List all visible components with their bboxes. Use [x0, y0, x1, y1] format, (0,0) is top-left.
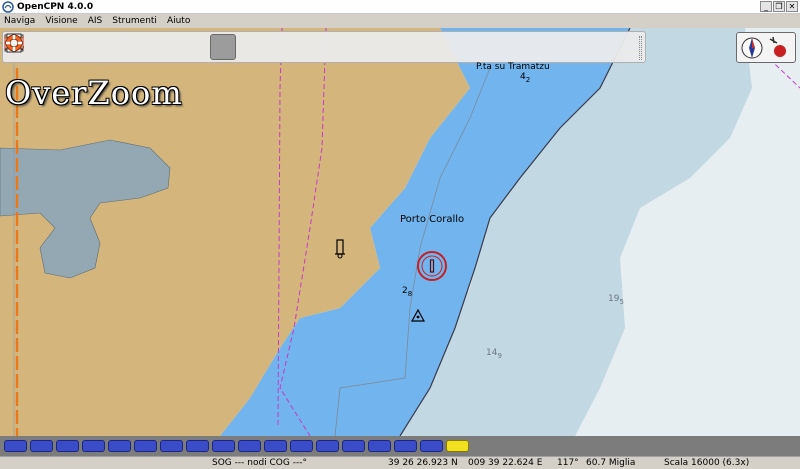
compass-widget[interactable]: [736, 32, 796, 63]
compass-rose-icon: [741, 36, 786, 59]
restore-button[interactable]: ❐: [773, 1, 785, 12]
ais-button[interactable]: [4, 34, 381, 60]
chart-piano-key[interactable]: [212, 440, 235, 452]
depth-sub: 2: [525, 75, 531, 84]
chart-quilt-button[interactable]: [5, 34, 294, 60]
overzoom-indicator: OverZoom: [5, 74, 183, 112]
window-controls: _ ❐ ✕: [760, 1, 798, 12]
chart-piano-key[interactable]: [4, 440, 27, 452]
depth-main: 14: [486, 348, 498, 358]
chart-piano-key[interactable]: [342, 440, 365, 452]
chart-piano-key[interactable]: [82, 440, 105, 452]
chart-piano-key[interactable]: [420, 440, 443, 452]
tide-current-button[interactable]: [6, 33, 323, 60]
scale-in-button[interactable]: [5, 34, 91, 60]
mob-button[interactable]: [5, 34, 497, 60]
chart-piano-key[interactable]: [368, 440, 391, 452]
lifebuoy-button[interactable]: [5, 34, 584, 60]
chart-piano-key[interactable]: [134, 440, 157, 452]
route-manager-button[interactable]: [4, 34, 526, 60]
menu-bar: Naviga Visione AIS Strumenti Aiuto: [0, 14, 800, 28]
minimize-button[interactable]: _: [760, 1, 772, 12]
route-button[interactable]: [5, 34, 149, 60]
place-label-tramatzu: P.ta su Tramatzu: [476, 62, 550, 72]
zoom-out-button[interactable]: [5, 34, 62, 60]
opencpn-logo-icon: [2, 0, 14, 13]
sog-cog-readout: SOG --- nodi COG ---°: [212, 458, 307, 468]
menu-naviga[interactable]: Naviga: [4, 16, 35, 26]
distance-readout: 60.7 Miglia: [586, 458, 636, 468]
longitude-readout: 009 39 22.624 E: [468, 458, 543, 468]
help-button[interactable]: ?: [6, 33, 468, 60]
depth-sub: 9: [497, 351, 502, 360]
depth-sounding: 195: [608, 294, 624, 306]
chart-piano-key[interactable]: [186, 440, 209, 452]
chart-canvas[interactable]: A ?: [0, 28, 800, 436]
lifebuoy-icon: [5, 34, 23, 52]
chart-piano-key[interactable]: [30, 440, 53, 452]
scale-readout: Scala 16000 (6.3x): [664, 458, 750, 468]
opencpn-window: OpenCPN 4.0.0 _ ❐ ✕ Naviga Visione AIS S…: [0, 0, 800, 469]
measure-button[interactable]: [5, 34, 265, 60]
settings-button[interactable]: [5, 33, 207, 60]
text-toggle-button[interactable]: A: [4, 34, 236, 60]
chart-piano-key[interactable]: [108, 440, 131, 452]
menu-aiuto[interactable]: Aiuto: [167, 16, 190, 26]
print-button[interactable]: [4, 34, 352, 60]
depth-sub: 8: [407, 289, 413, 298]
follow-ship-button[interactable]: [6, 34, 178, 60]
chart-piano-bar: [0, 436, 800, 456]
close-button[interactable]: ✕: [786, 1, 798, 12]
chart-piano-key[interactable]: [316, 440, 339, 452]
depth-sub: 5: [619, 297, 624, 306]
color-scheme-button[interactable]: [5, 34, 439, 60]
chart-piano-key[interactable]: [160, 440, 183, 452]
chart-piano-key[interactable]: [394, 440, 417, 452]
depth-main: 19: [608, 294, 620, 304]
main-toolbar: A ?: [2, 31, 646, 63]
menu-strumenti[interactable]: Strumenti: [112, 16, 157, 26]
menu-visione[interactable]: Visione: [45, 16, 77, 26]
title-bar: OpenCPN 4.0.0 _ ❐ ✕: [0, 0, 800, 14]
scale-out-button[interactable]: [5, 33, 120, 60]
menu-ais[interactable]: AIS: [88, 16, 103, 26]
depth-sounding: 149: [486, 348, 502, 360]
track-button[interactable]: [5, 34, 410, 60]
toolbar-grip[interactable]: [639, 36, 642, 60]
place-label-porto-corallo: Porto Corallo: [400, 214, 465, 225]
chart-piano-key[interactable]: [446, 440, 469, 452]
latitude-readout: 39 26 26.923 N: [388, 458, 458, 468]
depth-sounding: 42: [520, 72, 530, 84]
window-title: OpenCPN 4.0.0: [17, 1, 94, 12]
chart-piano-key[interactable]: [264, 440, 287, 452]
bearing-readout: 117°: [557, 458, 579, 468]
chart-piano-key[interactable]: [290, 440, 313, 452]
depth-sounding: 28: [402, 286, 412, 298]
notes-button[interactable]: [6, 33, 555, 60]
status-bar: SOG --- nodi COG ---° 39 26 26.923 N 009…: [0, 456, 800, 469]
chart-piano-key[interactable]: [238, 440, 261, 452]
chart-piano-key[interactable]: [56, 440, 79, 452]
